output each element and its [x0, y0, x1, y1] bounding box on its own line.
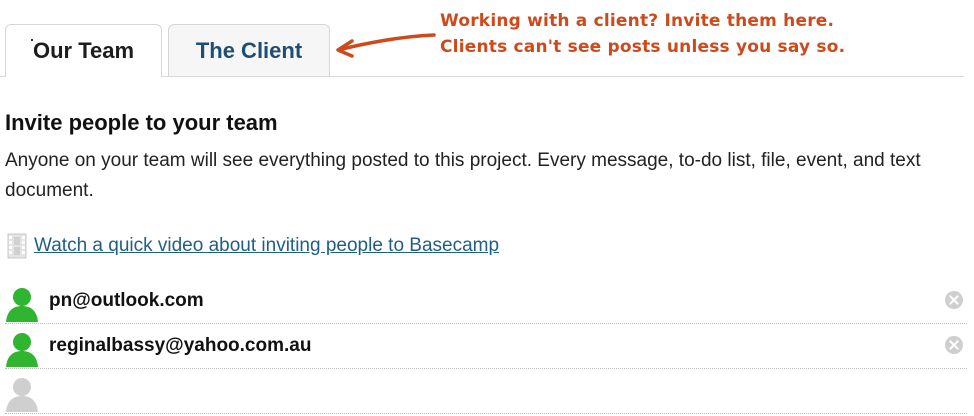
tab-the-client-label: The Client	[195, 37, 303, 63]
remove-invitee-icon[interactable]	[945, 336, 963, 354]
user-gray-icon	[6, 378, 38, 412]
tab-the-client[interactable]: The Client	[168, 24, 330, 76]
user-green-icon	[6, 288, 38, 322]
tab-marker-dot	[31, 39, 33, 41]
annotation-line-2: Clients can't see posts unless you say s…	[440, 37, 846, 57]
film-icon	[7, 233, 27, 259]
invite-heading: Invite people to your team	[5, 110, 278, 135]
invitee-row-empty[interactable]	[5, 370, 967, 414]
invitee-row[interactable]: pn@outlook.com	[5, 280, 967, 324]
tab-our-team[interactable]: Our Team	[5, 24, 162, 77]
user-green-icon	[6, 333, 38, 367]
video-row: Watch a quick video about inviting peopl…	[5, 232, 499, 260]
tab-our-team-label: Our Team	[32, 38, 135, 63]
invitee-email[interactable]: pn@outlook.com	[49, 290, 204, 312]
invitee-row[interactable]: reginalbassy@yahoo.com.au	[5, 325, 967, 369]
invitee-email[interactable]: reginalbassy@yahoo.com.au	[49, 335, 311, 357]
client-annotation: Working with a client? Invite them here.…	[440, 8, 960, 60]
annotation-line-1: Working with a client? Invite them here.	[440, 11, 835, 31]
invite-description: Anyone on your team will see everything …	[5, 150, 921, 201]
remove-invitee-icon[interactable]	[945, 291, 963, 309]
annotation-arrow-icon	[336, 33, 436, 58]
video-link[interactable]: Watch a quick video about inviting peopl…	[34, 235, 499, 257]
